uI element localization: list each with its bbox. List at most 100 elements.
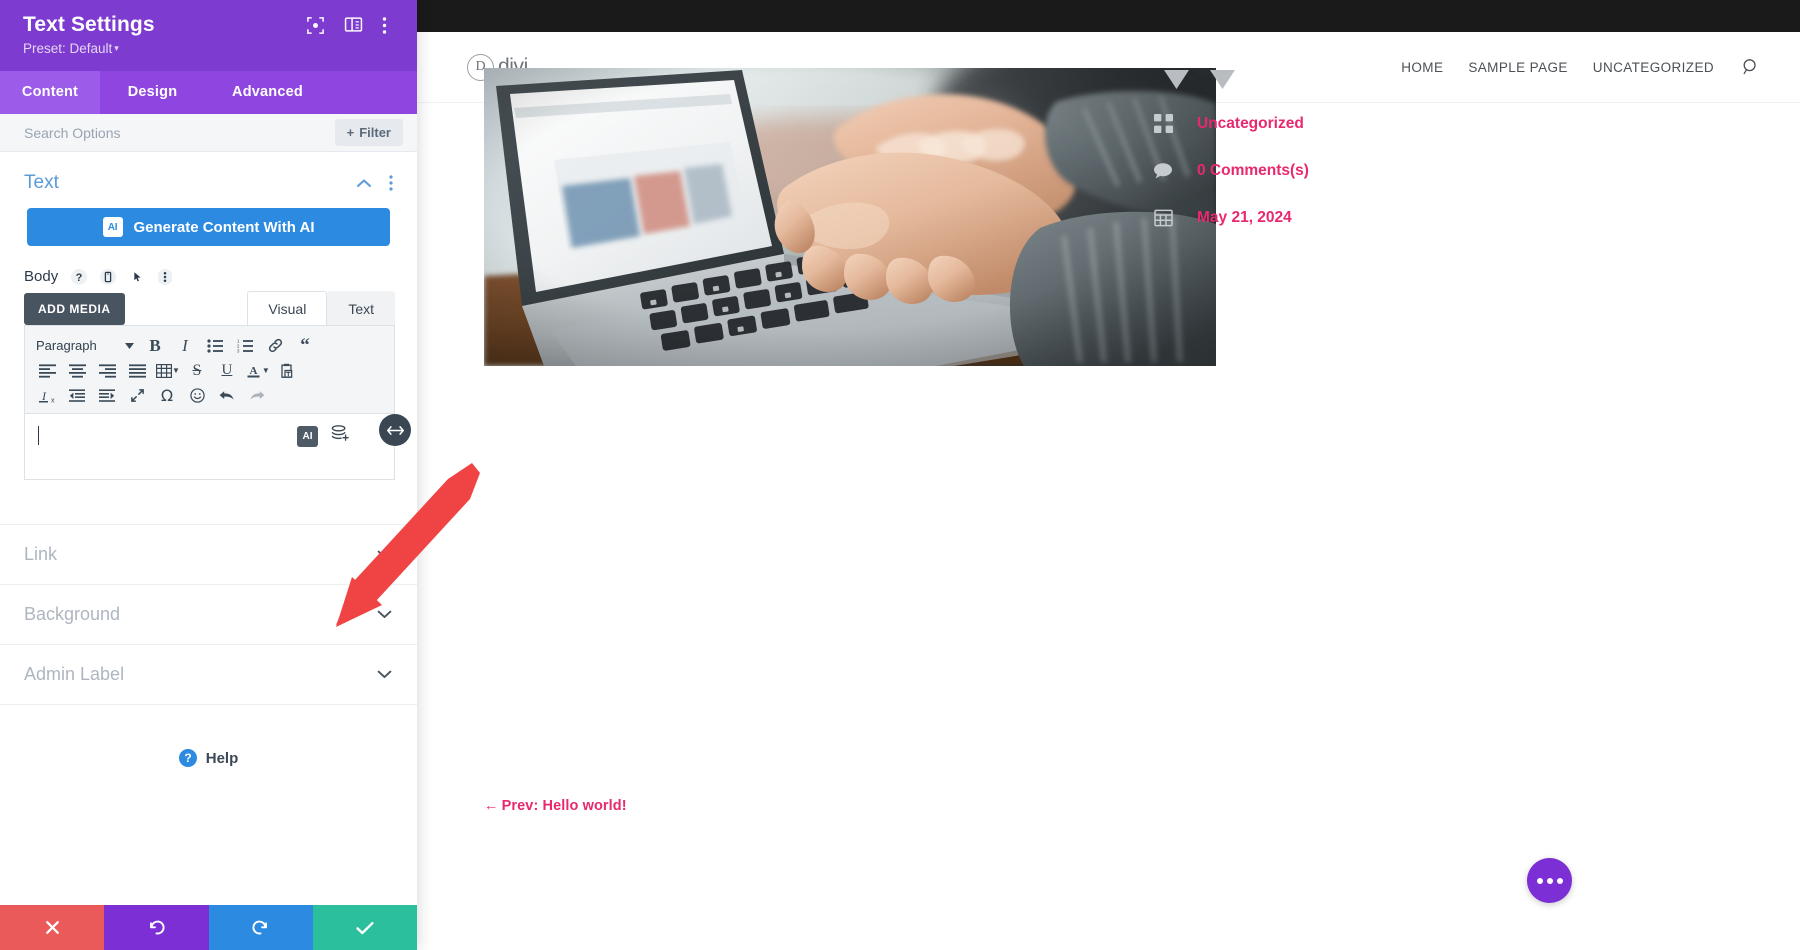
prev-post-link[interactable]: ← Prev: Hello world! [484, 798, 627, 814]
link-icon[interactable] [260, 333, 290, 358]
meta-comments-link[interactable]: 0 Comments(s) [1197, 162, 1309, 180]
filter-button-label: Filter [359, 125, 391, 141]
more-vertical-icon[interactable] [158, 268, 173, 285]
accordion-label: Background [24, 604, 121, 625]
accordion-label: Admin Label [24, 664, 125, 685]
format-select[interactable]: Paragraph [32, 333, 140, 358]
editor-content-area[interactable]: AI [24, 413, 411, 481]
post-meta-column: Uncategorized 0 Comments(s) May 21, 2024 [1152, 70, 1582, 241]
svg-text:I: I [41, 389, 47, 403]
cursor-icon[interactable] [129, 268, 146, 285]
underline-icon[interactable]: U [212, 358, 242, 383]
svg-text:x: x [51, 397, 55, 404]
add-media-button[interactable]: ADD MEDIA [24, 293, 125, 326]
meta-item-comments: 0 Comments(s) [1152, 147, 1582, 194]
panel-tabs: Content Design Advanced [0, 71, 417, 115]
generate-ai-label: Generate Content With AI [133, 218, 315, 236]
layout-columns-icon[interactable] [344, 16, 363, 35]
chevron-up-icon[interactable] [356, 178, 372, 188]
toolbar-row-3: Ix Ω [32, 383, 387, 408]
align-left-icon[interactable] [32, 358, 62, 383]
align-justify-icon[interactable] [122, 358, 152, 383]
panel-preset-selector[interactable]: Preset: Default ▾ [23, 41, 397, 57]
tab-text[interactable]: Text [327, 291, 395, 326]
accordion-item-admin-label[interactable]: Admin Label [0, 644, 417, 706]
chevron-down-icon [377, 550, 392, 559]
outdent-icon[interactable] [62, 383, 92, 408]
chevron-down-icon [377, 610, 392, 619]
dot [1556, 877, 1563, 884]
fullscreen-icon[interactable] [122, 383, 152, 408]
blockquote-icon[interactable]: “ [290, 333, 320, 358]
search-input[interactable]: Search Options [24, 125, 121, 141]
meta-category-link[interactable]: Uncategorized [1197, 115, 1304, 133]
more-vertical-icon[interactable] [382, 16, 401, 35]
discard-button[interactable] [0, 905, 105, 950]
chevron-down-icon[interactable]: ▼ [172, 366, 180, 375]
accordion-item-background[interactable]: Background [0, 584, 417, 644]
help-icon[interactable]: ? [71, 268, 88, 285]
text-cursor [38, 426, 39, 446]
post-featured-image [484, 68, 1216, 366]
generate-content-with-ai-button[interactable]: AI Generate Content With AI [27, 208, 390, 247]
align-right-icon[interactable] [92, 358, 122, 383]
text-section-actions [356, 175, 393, 191]
bulleted-list-icon[interactable] [200, 333, 230, 358]
panel-body: Text AI Generate Content With AI Body ? [0, 152, 417, 905]
italic-icon[interactable]: I [170, 333, 200, 358]
indent-icon[interactable] [92, 383, 122, 408]
special-character-icon[interactable]: Ω [152, 383, 182, 408]
redo-button[interactable] [208, 905, 313, 950]
bold-icon[interactable]: B [140, 333, 170, 358]
toolbar-row-1: Paragraph B I 123 “ [32, 333, 387, 358]
horizontal-resize-handle[interactable] [379, 414, 411, 447]
more-vertical-icon[interactable] [389, 175, 393, 191]
tab-content[interactable]: Content [0, 71, 100, 115]
tab-advanced[interactable]: Advanced [205, 71, 330, 114]
wp-editor: ADD MEDIA Visual Text Paragraph B I 1 2 … [0, 291, 417, 481]
format-select-value: Paragraph [36, 338, 97, 354]
editor-top-bar: ADD MEDIA Visual Text [24, 291, 395, 326]
redo-icon [252, 920, 268, 935]
help-link[interactable]: ? Help [0, 705, 417, 768]
redo-icon[interactable] [242, 383, 272, 408]
undo-icon[interactable] [212, 383, 242, 408]
text-section-header: Text [0, 152, 417, 208]
divi-menu-fab[interactable] [1527, 858, 1572, 903]
chevron-down-icon: ▾ [114, 43, 119, 54]
chevron-down-icon[interactable] [1164, 70, 1189, 90]
focus-target-icon[interactable] [306, 16, 325, 35]
text-section-title: Text [24, 172, 59, 194]
search-icon[interactable] [1742, 58, 1760, 76]
chevron-down-icon[interactable] [1210, 70, 1235, 90]
toolbar-row-2: ▼ S U A ▼ [32, 358, 387, 383]
layers-add-icon[interactable] [330, 424, 350, 448]
chevron-down-icon [377, 670, 392, 679]
panel-footer [0, 905, 417, 950]
save-button[interactable] [312, 905, 417, 950]
panel-preset-label: Preset: Default [23, 41, 113, 57]
clear-formatting-icon[interactable]: Ix [32, 383, 62, 408]
dot [1536, 877, 1543, 884]
emoji-icon[interactable] [182, 383, 212, 408]
accordion-item-link[interactable]: Link [0, 524, 417, 584]
carousel-arrows [1152, 70, 1582, 90]
numbered-list-icon[interactable]: 123 [230, 333, 260, 358]
undo-button[interactable] [104, 905, 209, 950]
paste-as-text-icon[interactable] [272, 358, 302, 383]
svg-text:?: ? [76, 272, 83, 284]
comment-icon [1152, 162, 1174, 180]
tab-visual[interactable]: Visual [247, 291, 328, 326]
search-options-row: Search Options + Filter [0, 114, 417, 153]
align-center-icon[interactable] [62, 358, 92, 383]
tab-design[interactable]: Design [100, 71, 205, 114]
chevron-down-icon[interactable]: ▼ [262, 366, 270, 375]
meta-item-date: May 21, 2024 [1152, 194, 1582, 241]
editor-ai-badge-icon[interactable]: AI [297, 425, 318, 447]
filter-button[interactable]: + Filter [334, 119, 403, 147]
close-icon [45, 921, 59, 934]
strikethrough-icon[interactable]: S [182, 358, 212, 383]
mobile-icon[interactable] [100, 268, 117, 285]
meta-item-category: Uncategorized [1152, 100, 1582, 147]
nav-item-uncategorized[interactable]: UNCATEGORIZED [1593, 60, 1714, 75]
